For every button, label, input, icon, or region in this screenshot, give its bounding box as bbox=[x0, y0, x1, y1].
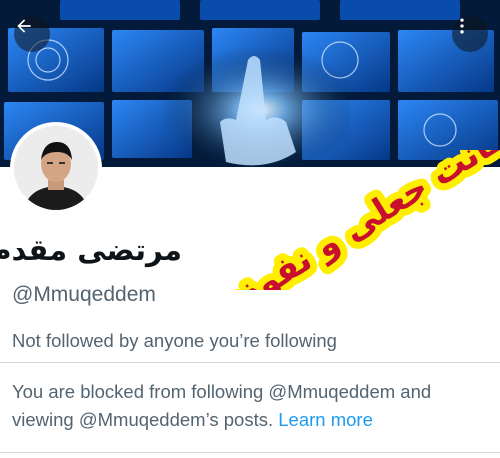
display-name: مرتضی مقدم bbox=[0, 233, 182, 267]
fake-account-stamp: اکانت جعلی و نفوذی اکانت جعلی و نفوذی bbox=[230, 150, 500, 290]
divider bbox=[0, 362, 500, 363]
avatar[interactable] bbox=[10, 122, 102, 214]
stamp-text: اکانت جعلی و نفوذی bbox=[230, 150, 500, 290]
more-options-button[interactable] bbox=[452, 16, 488, 52]
more-vertical-icon bbox=[460, 18, 464, 34]
learn-more-link[interactable]: Learn more bbox=[278, 409, 373, 430]
divider bbox=[0, 452, 500, 453]
followers-you-know-note: Not followed by anyone you’re following bbox=[12, 330, 337, 351]
blocked-notice: You are blocked from following @Mmuqedde… bbox=[12, 378, 492, 434]
back-button[interactable] bbox=[14, 16, 50, 52]
avatar-image bbox=[14, 126, 98, 210]
user-handle: @Mmuqeddem bbox=[12, 283, 156, 306]
arrow-left-icon bbox=[17, 19, 31, 33]
